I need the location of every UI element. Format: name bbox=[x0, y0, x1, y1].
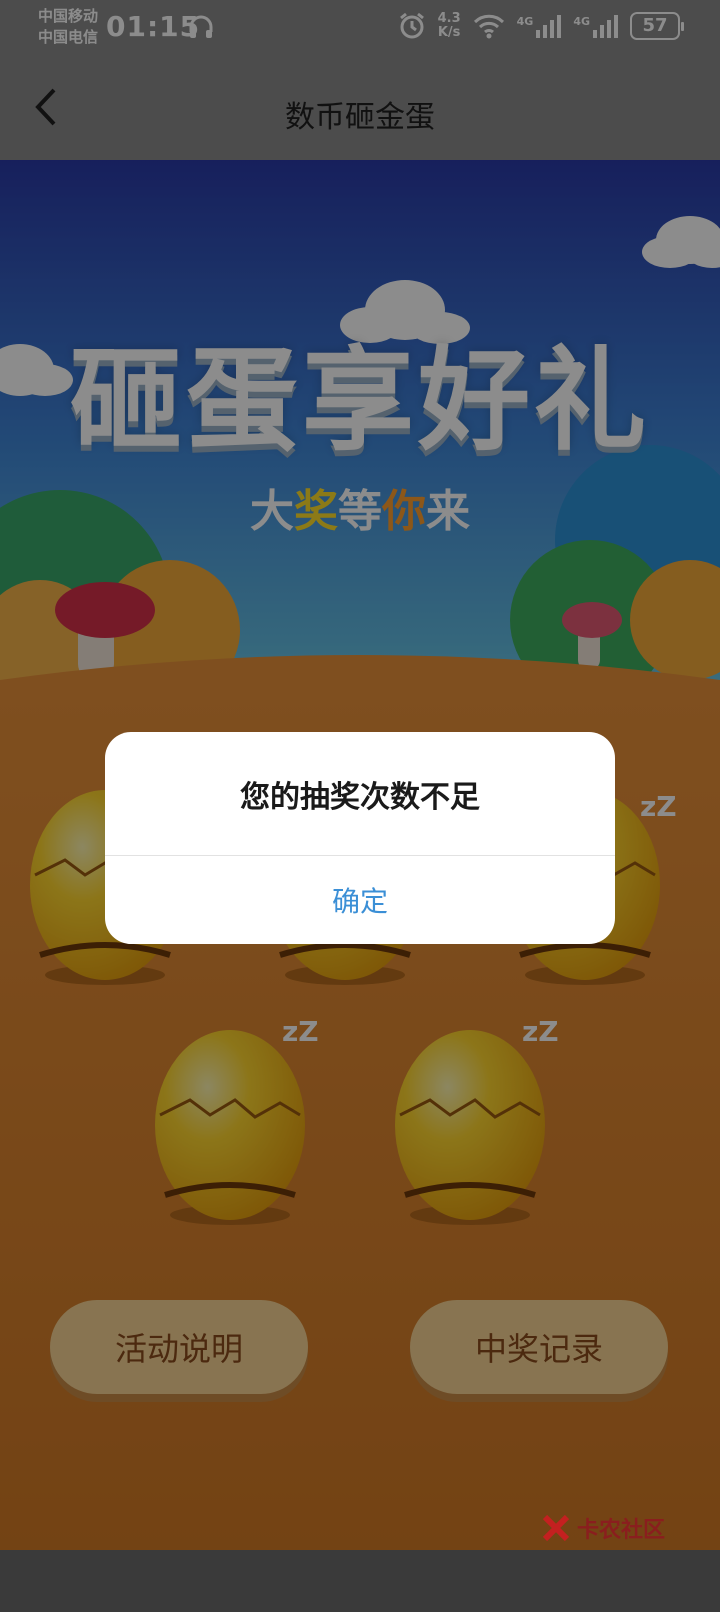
watermark-logo-icon bbox=[542, 1514, 570, 1542]
dialog-message: 您的抽奖次数不足 bbox=[105, 732, 615, 856]
watermark: 卡农社区 bbox=[541, 1512, 665, 1544]
alert-dialog: 您的抽奖次数不足 确定 bbox=[105, 732, 615, 944]
watermark-text: 卡农社区 bbox=[577, 1518, 666, 1543]
confirm-button[interactable]: 确定 bbox=[105, 856, 615, 944]
